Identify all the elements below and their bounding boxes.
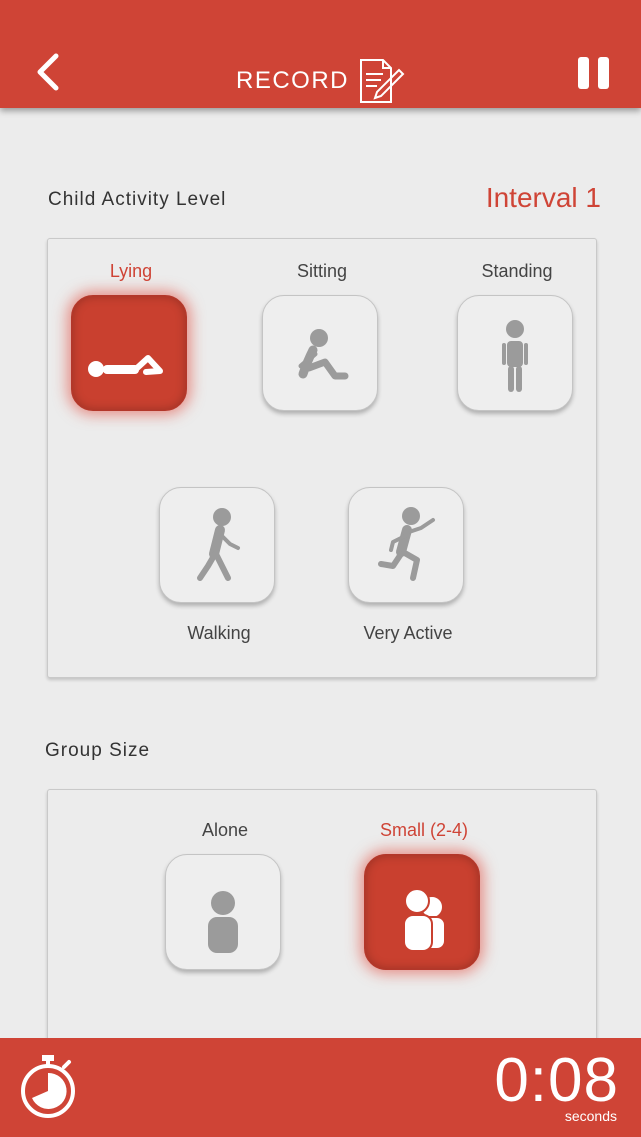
sitting-person-icon <box>298 329 349 380</box>
standing-person-icon <box>502 320 528 392</box>
pause-icon-bar-right <box>598 57 609 89</box>
group-heading: Group Size <box>45 740 151 761</box>
single-person-icon <box>208 891 238 953</box>
option-alone-label: Alone <box>201 820 249 840</box>
timer-unit: seconds <box>564 1108 617 1124</box>
very-active-tile[interactable] <box>348 487 464 603</box>
option-lying-label: Lying <box>109 261 153 281</box>
sitting-tile[interactable] <box>262 295 378 411</box>
option-standing-label: Standing <box>481 261 553 281</box>
timer-value: 0:08 <box>494 1046 619 1115</box>
option-small-group-label: Small (2-4) <box>379 820 468 840</box>
activity-heading: Child Activity Level <box>48 189 227 210</box>
standing-tile[interactable] <box>457 295 573 411</box>
option-walking-label: Walking <box>187 623 251 643</box>
stopwatch-icon <box>21 1055 75 1118</box>
page-title: RECORD <box>235 67 349 94</box>
activity-panel: Lying Sitting Standing Walking Very Acti… <box>47 238 597 678</box>
interval-label: Interval 1 <box>485 182 601 213</box>
page-title-group: RECORD <box>0 58 641 104</box>
lying-person-icon <box>88 355 163 377</box>
small-group-tile[interactable] <box>364 854 480 970</box>
top-bar: RECORD <box>0 0 641 108</box>
bottom-bar: 0:08 seconds <box>0 1038 641 1137</box>
group-panel: Alone Small (2-4) <box>47 789 597 1071</box>
stopwatch-button[interactable] <box>18 1053 78 1119</box>
walking-person-icon <box>197 508 240 581</box>
lying-tile[interactable] <box>71 295 187 411</box>
pause-button[interactable] <box>576 55 612 91</box>
running-person-icon <box>378 507 435 581</box>
small-group-icon <box>403 888 446 952</box>
document-edit-icon <box>360 59 405 103</box>
option-sitting-label: Sitting <box>296 261 348 281</box>
pause-icon-bar-left <box>578 57 589 89</box>
walking-tile[interactable] <box>159 487 275 603</box>
alone-tile[interactable] <box>165 854 281 970</box>
option-very-active-label: Very Active <box>363 623 453 643</box>
